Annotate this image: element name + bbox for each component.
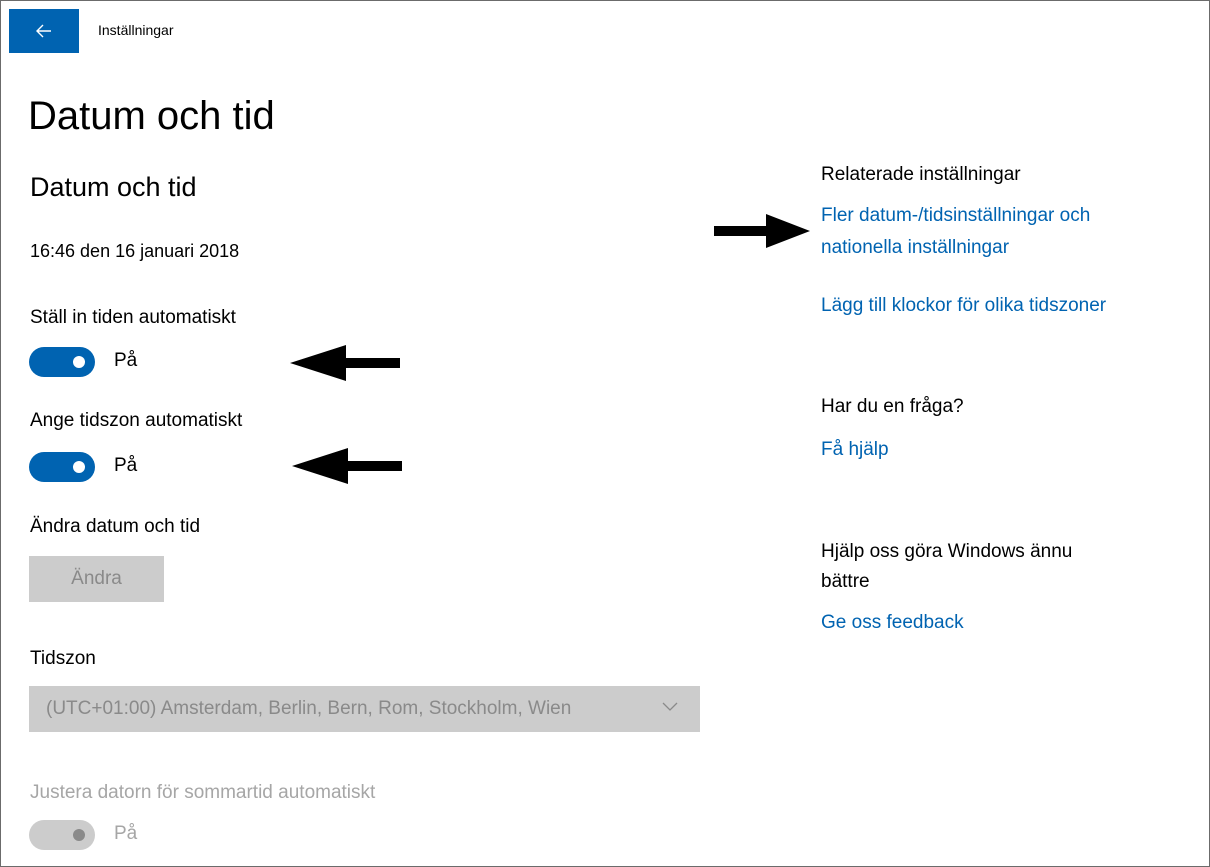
feedback-heading-line-1: Hjälp oss göra Windows ännu: [821, 541, 1073, 562]
feedback-heading-line-2: bättre: [821, 571, 870, 592]
get-help-link[interactable]: Få hjälp: [821, 434, 889, 466]
chevron-down-icon: [662, 702, 678, 711]
auto-time-toggle[interactable]: [29, 347, 95, 377]
toggle-knob: [73, 356, 85, 368]
dst-toggle[interactable]: [29, 820, 95, 850]
current-date-time: 16:46 den 16 januari 2018: [30, 241, 240, 261]
section-title: Datum och tid: [30, 172, 197, 202]
dst-state: På: [114, 823, 138, 844]
timezone-selected-value: (UTC+01:00) Amsterdam, Berlin, Bern, Rom…: [46, 698, 572, 719]
page-title: Datum och tid: [28, 94, 275, 138]
arrow-right-icon: [714, 214, 810, 248]
more-date-time-settings-link[interactable]: Fler datum-/tidsinställningar och nation…: [821, 200, 1090, 264]
toggle-knob: [73, 461, 85, 473]
related-settings-heading: Relaterade inställningar: [821, 164, 1021, 185]
change-button[interactable]: Ändra: [29, 556, 164, 602]
link-line-1: Fler datum-/tidsinställningar och: [821, 205, 1091, 226]
app-title: Inställningar: [98, 22, 174, 38]
give-feedback-link[interactable]: Ge oss feedback: [821, 607, 964, 639]
change-datetime-label: Ändra datum och tid: [30, 516, 201, 537]
arrow-left-icon: [290, 345, 400, 381]
arrow-left-icon: [292, 448, 402, 484]
help-heading: Har du en fråga?: [821, 396, 964, 417]
timezone-label: Tidszon: [30, 648, 96, 669]
auto-timezone-label: Ange tidszon automatiskt: [30, 410, 243, 431]
auto-time-label: Ställ in tiden automatiskt: [30, 307, 236, 328]
auto-timezone-toggle[interactable]: [29, 452, 95, 482]
dst-label: Justera datorn för sommartid automatiskt: [30, 782, 376, 803]
timezone-dropdown[interactable]: (UTC+01:00) Amsterdam, Berlin, Bern, Rom…: [29, 686, 700, 732]
back-button[interactable]: [9, 9, 79, 53]
auto-time-state: På: [114, 350, 138, 371]
auto-timezone-state: På: [114, 455, 138, 476]
add-clocks-link[interactable]: Lägg till klockor för olika tidszoner: [821, 290, 1106, 322]
toggle-knob: [73, 829, 85, 841]
back-arrow-icon: [36, 24, 51, 38]
link-line-2: nationella inställningar: [821, 237, 1010, 258]
